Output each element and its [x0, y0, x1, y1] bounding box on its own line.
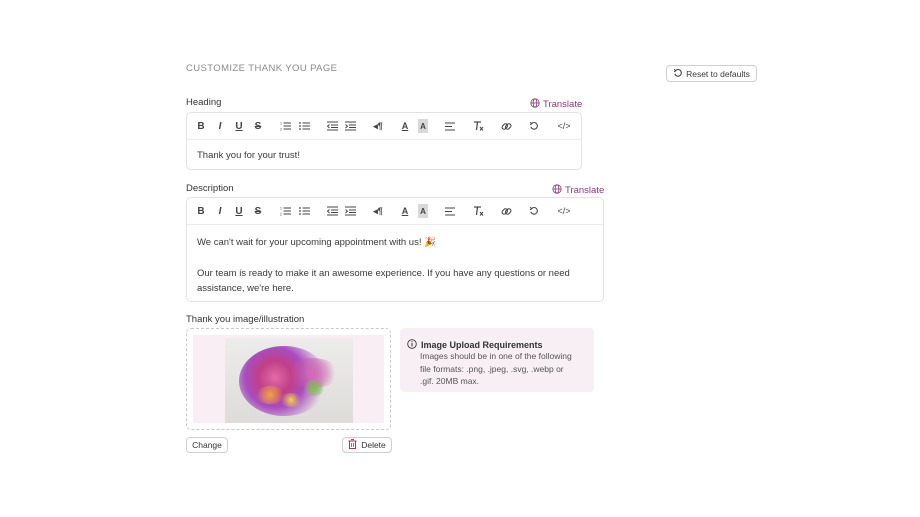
heading-label: Heading: [186, 97, 222, 108]
background-color-icon[interactable]: A: [418, 204, 428, 218]
indent-icon[interactable]: [344, 119, 356, 133]
svg-text:1: 1: [280, 122, 282, 126]
description-input[interactable]: We can't wait for your upcoming appointm…: [187, 225, 603, 297]
svg-text:2: 2: [280, 213, 282, 217]
requirements-line-3: .gif. 20MB max.: [420, 376, 480, 386]
indent-icon[interactable]: [344, 204, 356, 218]
heading-translate-button[interactable]: Translate: [530, 98, 582, 111]
clear-format-icon[interactable]: [472, 204, 484, 218]
requirements-line-2: file formats: .png, .jpeg, .svg, .webp o…: [420, 363, 564, 374]
bold-button[interactable]: B: [196, 204, 206, 218]
page-title: CUSTOMIZE THANK YOU PAGE: [186, 63, 338, 74]
font-color-icon[interactable]: A: [400, 119, 410, 133]
link-icon[interactable]: [500, 204, 512, 218]
translate-label: Translate: [543, 99, 583, 110]
align-icon[interactable]: [444, 204, 456, 218]
clear-format-icon[interactable]: [472, 119, 484, 133]
reset-label: Reset to defaults: [686, 68, 750, 79]
source-code-icon[interactable]: </>: [556, 119, 572, 133]
requirements-line-1: Images should be in one of the following: [420, 351, 572, 361]
bullet-list-icon[interactable]: [298, 119, 310, 133]
description-translate-button[interactable]: Translate: [552, 184, 604, 197]
font-color-icon[interactable]: A: [400, 204, 410, 218]
outdent-icon[interactable]: [326, 204, 338, 218]
background-color-icon[interactable]: A: [418, 119, 428, 133]
text-direction-icon[interactable]: ◂¶: [372, 204, 384, 218]
change-image-button[interactable]: Change: [186, 437, 228, 453]
info-icon: [407, 336, 417, 354]
underline-button[interactable]: U: [234, 204, 244, 218]
align-icon[interactable]: [444, 119, 456, 133]
image-upload-area[interactable]: [186, 328, 391, 430]
upload-requirements-box: Image Upload Requirements Images should …: [400, 328, 594, 392]
description-toolbar: B I U S 12 ◂¶ A A </>: [187, 198, 603, 225]
requirements-text: Images should be in one of the following…: [420, 350, 572, 388]
description-editor: B I U S 12 ◂¶ A A </> We can't wait for …: [186, 197, 604, 302]
source-code-icon[interactable]: </>: [556, 204, 572, 218]
undo-icon[interactable]: [528, 204, 540, 218]
globe-icon: [552, 184, 562, 197]
trash-icon: [348, 439, 357, 451]
svg-text:1: 1: [280, 207, 282, 211]
ordered-list-icon[interactable]: 12: [279, 119, 291, 133]
underline-button[interactable]: U: [234, 119, 244, 133]
text-direction-icon[interactable]: ◂¶: [372, 119, 384, 133]
heading-toolbar: B I U S 12 ◂¶ A A </>: [187, 113, 581, 140]
italic-button[interactable]: I: [215, 204, 225, 218]
requirements-title: Image Upload Requirements: [421, 340, 543, 350]
heading-editor: B I U S 12 ◂¶ A A </> Thank you for your…: [186, 112, 582, 170]
delete-label: Delete: [361, 440, 386, 450]
thank-you-image: [225, 338, 353, 423]
delete-image-button[interactable]: Delete: [342, 437, 392, 453]
reset-to-defaults-button[interactable]: Reset to defaults: [666, 65, 757, 82]
description-line-3: assistance, we're here.: [197, 283, 294, 294]
svg-text:2: 2: [280, 128, 282, 132]
translate-label: Translate: [565, 185, 605, 196]
bold-button[interactable]: B: [196, 119, 206, 133]
italic-button[interactable]: I: [215, 119, 225, 133]
strikethrough-button[interactable]: S: [253, 119, 263, 133]
heading-input[interactable]: Thank you for your trust!: [187, 140, 581, 161]
reset-icon: [673, 68, 683, 80]
image-label: Thank you image/illustration: [186, 314, 305, 325]
ordered-list-icon[interactable]: 12: [279, 204, 291, 218]
globe-icon: [530, 98, 540, 111]
description-label: Description: [186, 183, 234, 194]
outdent-icon[interactable]: [326, 119, 338, 133]
strikethrough-button[interactable]: S: [253, 204, 263, 218]
image-preview-background: [193, 335, 384, 423]
description-line-2: Our team is ready to make it an awesome …: [197, 267, 570, 279]
description-line-1: We can't wait for your upcoming appointm…: [197, 237, 436, 248]
bullet-list-icon[interactable]: [298, 204, 310, 218]
undo-icon[interactable]: [528, 119, 540, 133]
link-icon[interactable]: [500, 119, 512, 133]
